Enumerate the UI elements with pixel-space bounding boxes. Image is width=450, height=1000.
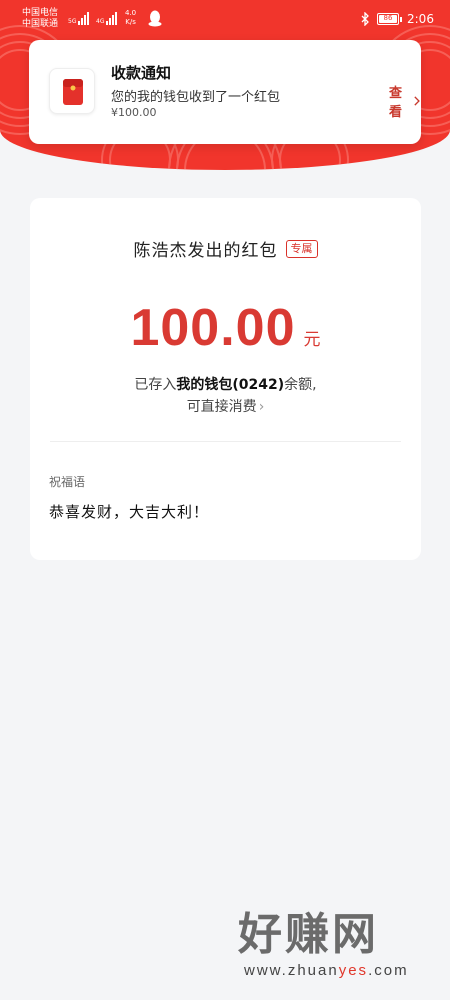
sender-row: 陈浩杰发出的红包 专属 <box>30 236 421 261</box>
currency-unit: 元 <box>303 330 321 350</box>
view-label: 查看 <box>389 86 403 120</box>
exclusive-tag: 专属 <box>285 239 318 258</box>
deposit-prefix: 已存入 <box>134 377 177 393</box>
wish-label: 祝福语 <box>49 475 86 489</box>
notification-title: 收款通知 <box>111 64 172 82</box>
divider <box>50 441 401 442</box>
battery-icon: 86 <box>377 13 402 25</box>
status-bar: 中国电信 中国联通 5G 4G 4.0 K/s 86 2:06 <box>0 0 450 38</box>
site-watermark: 好赚网 www.zhuanyes.com <box>238 910 438 990</box>
spend-link-label: 可直接消费 <box>186 399 257 415</box>
carrier-2: 中国联通 <box>22 19 59 29</box>
watermark-url-part1: www.zhuan <box>244 962 339 979</box>
qq-penguin-icon <box>148 10 162 27</box>
battery-level: 86 <box>383 14 393 22</box>
received-amount: 100.00 <box>130 299 296 357</box>
net-tag-5g: 5G <box>68 18 77 25</box>
carrier-1: 中国电信 <box>22 8 59 18</box>
network-speed: 4.0 K/s <box>125 9 136 27</box>
deposit-info: 已存入我的钱包(0242)余额, <box>30 374 421 394</box>
red-packet-app-icon <box>49 68 95 114</box>
signal-4g-icon: 4G <box>96 11 118 25</box>
notification-body: 您的我的钱包收到了一个红包 <box>111 90 281 105</box>
amount-row: 100.00 元 <box>30 298 421 358</box>
wish-text: 恭喜发财，大吉大利！ <box>49 503 210 521</box>
bluetooth-icon <box>361 12 369 26</box>
chevron-right-icon: › <box>258 399 265 415</box>
signal-5g-icon: 5G <box>68 11 90 25</box>
watermark-url: www.zhuanyes.com <box>244 962 409 979</box>
speed-unit: K/s <box>125 18 136 26</box>
chevron-right-icon <box>414 96 421 106</box>
notification-amount: ¥100.00 <box>111 106 157 119</box>
carrier-labels: 中国电信 中国联通 <box>22 8 58 30</box>
watermark-url-accent: yes <box>338 962 369 979</box>
spend-link[interactable]: 可直接消费 › <box>30 396 421 416</box>
clock: 2:06 <box>407 12 434 26</box>
net-tag-4g: 4G <box>96 18 105 25</box>
watermark-brand: 好赚网 <box>238 909 379 960</box>
wallet-name[interactable]: 我的钱包(0242) <box>176 377 284 393</box>
sender-line: 陈浩杰发出的红包 <box>133 241 278 261</box>
red-packet-receipt-card: 陈浩杰发出的红包 专属 100.00 元 已存入我的钱包(0242)余额, 可直… <box>30 198 421 560</box>
watermark-url-part2: .com <box>368 962 409 979</box>
speed-value: 4.0 <box>125 9 137 17</box>
deposit-suffix: 余额, <box>284 377 317 393</box>
view-button[interactable]: 查看 <box>389 82 421 120</box>
payment-notification[interactable]: 收款通知 您的我的钱包收到了一个红包 ¥100.00 查看 <box>29 40 421 144</box>
